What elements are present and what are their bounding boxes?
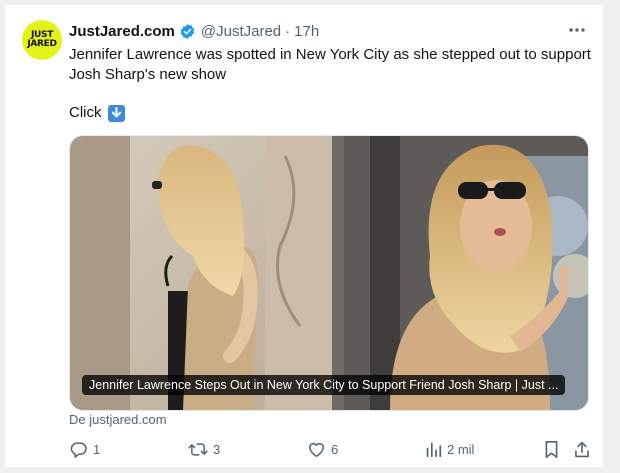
avatar-text-line2: JARED [27,39,57,49]
timestamp[interactable]: 17h [294,23,319,40]
share-button[interactable] [573,437,591,461]
retweet-button[interactable]: 3 [188,437,220,461]
reply-icon [69,440,88,459]
tweet-actions: 1 3 6 2 mil [69,437,589,461]
like-button[interactable]: 6 [307,437,338,461]
tweet-card[interactable]: JUST JARED JustJared.com @JustJared · 17… [5,5,603,467]
more-icon[interactable] [567,21,587,39]
heart-icon [307,440,326,459]
click-label: Click [69,104,102,121]
down-arrow-icon [107,104,125,122]
share-icon [573,440,591,459]
account-handle[interactable]: @JustJared [201,23,281,40]
tweet-text: Jennifer Lawrence was spotted in New Yor… [69,46,591,83]
like-count: 6 [331,441,339,457]
views-icon [425,441,442,458]
tweet-header: JustJared.com @JustJared · 17h [69,21,319,41]
link-card-image[interactable]: Jennifer Lawrence Steps Out in New York … [69,135,589,411]
views-button[interactable]: 2 mil [425,437,474,461]
verified-badge-icon [179,23,196,40]
bookmark-icon [543,440,560,459]
separator-dot: · [285,22,291,40]
reply-button[interactable]: 1 [69,437,100,461]
link-source[interactable]: De justjared.com [69,412,167,427]
click-line: Click [69,103,125,123]
bookmark-button[interactable] [543,437,560,461]
photo-illustration [70,136,588,410]
avatar[interactable]: JUST JARED [22,20,62,60]
views-count: 2 mil [447,441,475,457]
account-name[interactable]: JustJared.com [69,23,175,40]
retweet-icon [188,440,208,459]
retweet-count: 3 [213,441,221,457]
link-card-caption: Jennifer Lawrence Steps Out in New York … [82,375,566,395]
reply-count: 1 [93,441,101,457]
